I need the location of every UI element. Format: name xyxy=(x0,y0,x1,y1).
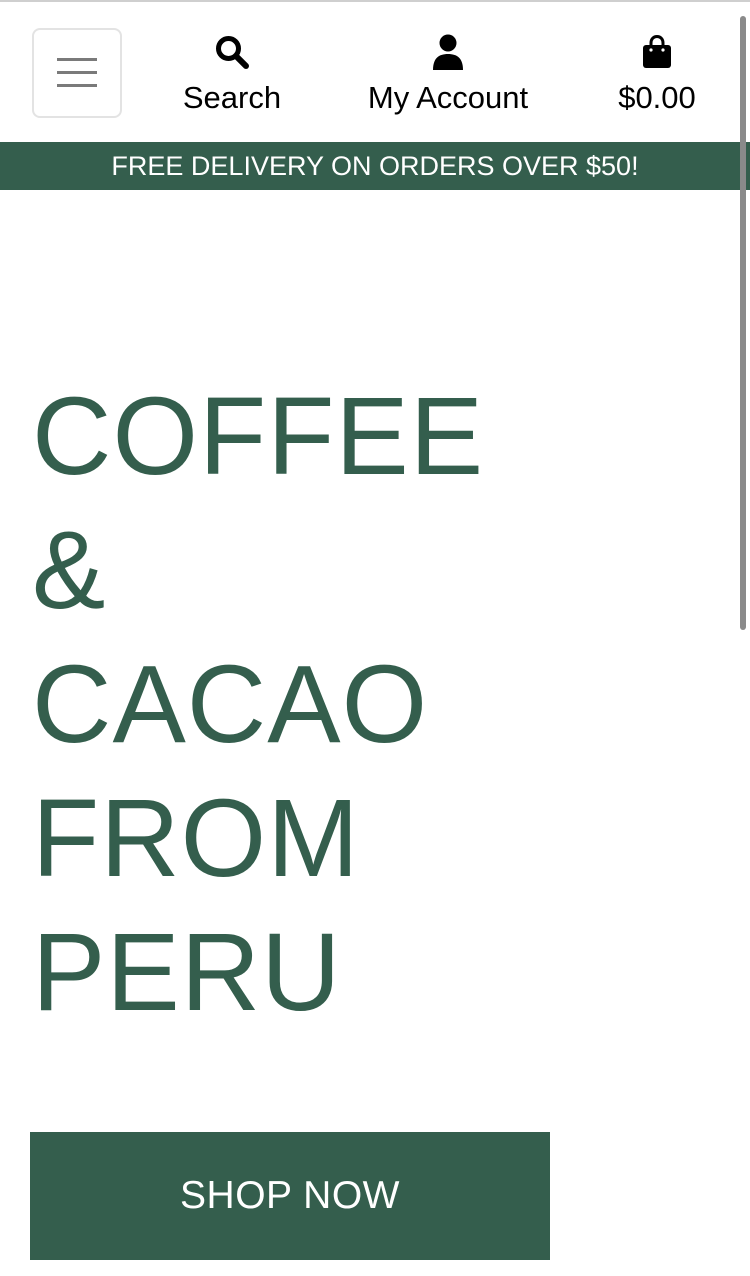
hero-line: FROM xyxy=(32,777,360,900)
hero-title: COFFEE & CACAO FROM PERU xyxy=(32,370,484,1040)
menu-toggle-button[interactable] xyxy=(32,28,122,118)
hero-line: PERU xyxy=(32,911,342,1034)
my-account-label: My Account xyxy=(367,80,529,115)
search-icon xyxy=(215,32,249,72)
cart-total: $0.00 xyxy=(618,80,696,115)
hero-line: & xyxy=(32,509,107,632)
free-delivery-banner: FREE DELIVERY ON ORDERS OVER $50! xyxy=(0,142,750,190)
hero-line: CACAO xyxy=(32,643,429,766)
user-icon xyxy=(432,32,464,72)
hero-line: COFFEE xyxy=(32,375,485,498)
cart-link[interactable]: $0.00 xyxy=(610,32,704,118)
scrollbar[interactable] xyxy=(740,16,746,630)
shopping-bag-icon xyxy=(642,32,672,72)
shop-now-button[interactable]: SHOP NOW xyxy=(30,1132,550,1260)
hamburger-menu-icon xyxy=(57,58,97,87)
top-navigation: Search My Account $0.00 xyxy=(0,2,750,142)
search-link[interactable]: Search xyxy=(180,32,284,118)
my-account-link[interactable]: My Account xyxy=(360,32,536,118)
search-label: Search xyxy=(182,80,282,115)
page: Search My Account $0.00 FREE DELIVERY ON… xyxy=(0,0,750,1276)
